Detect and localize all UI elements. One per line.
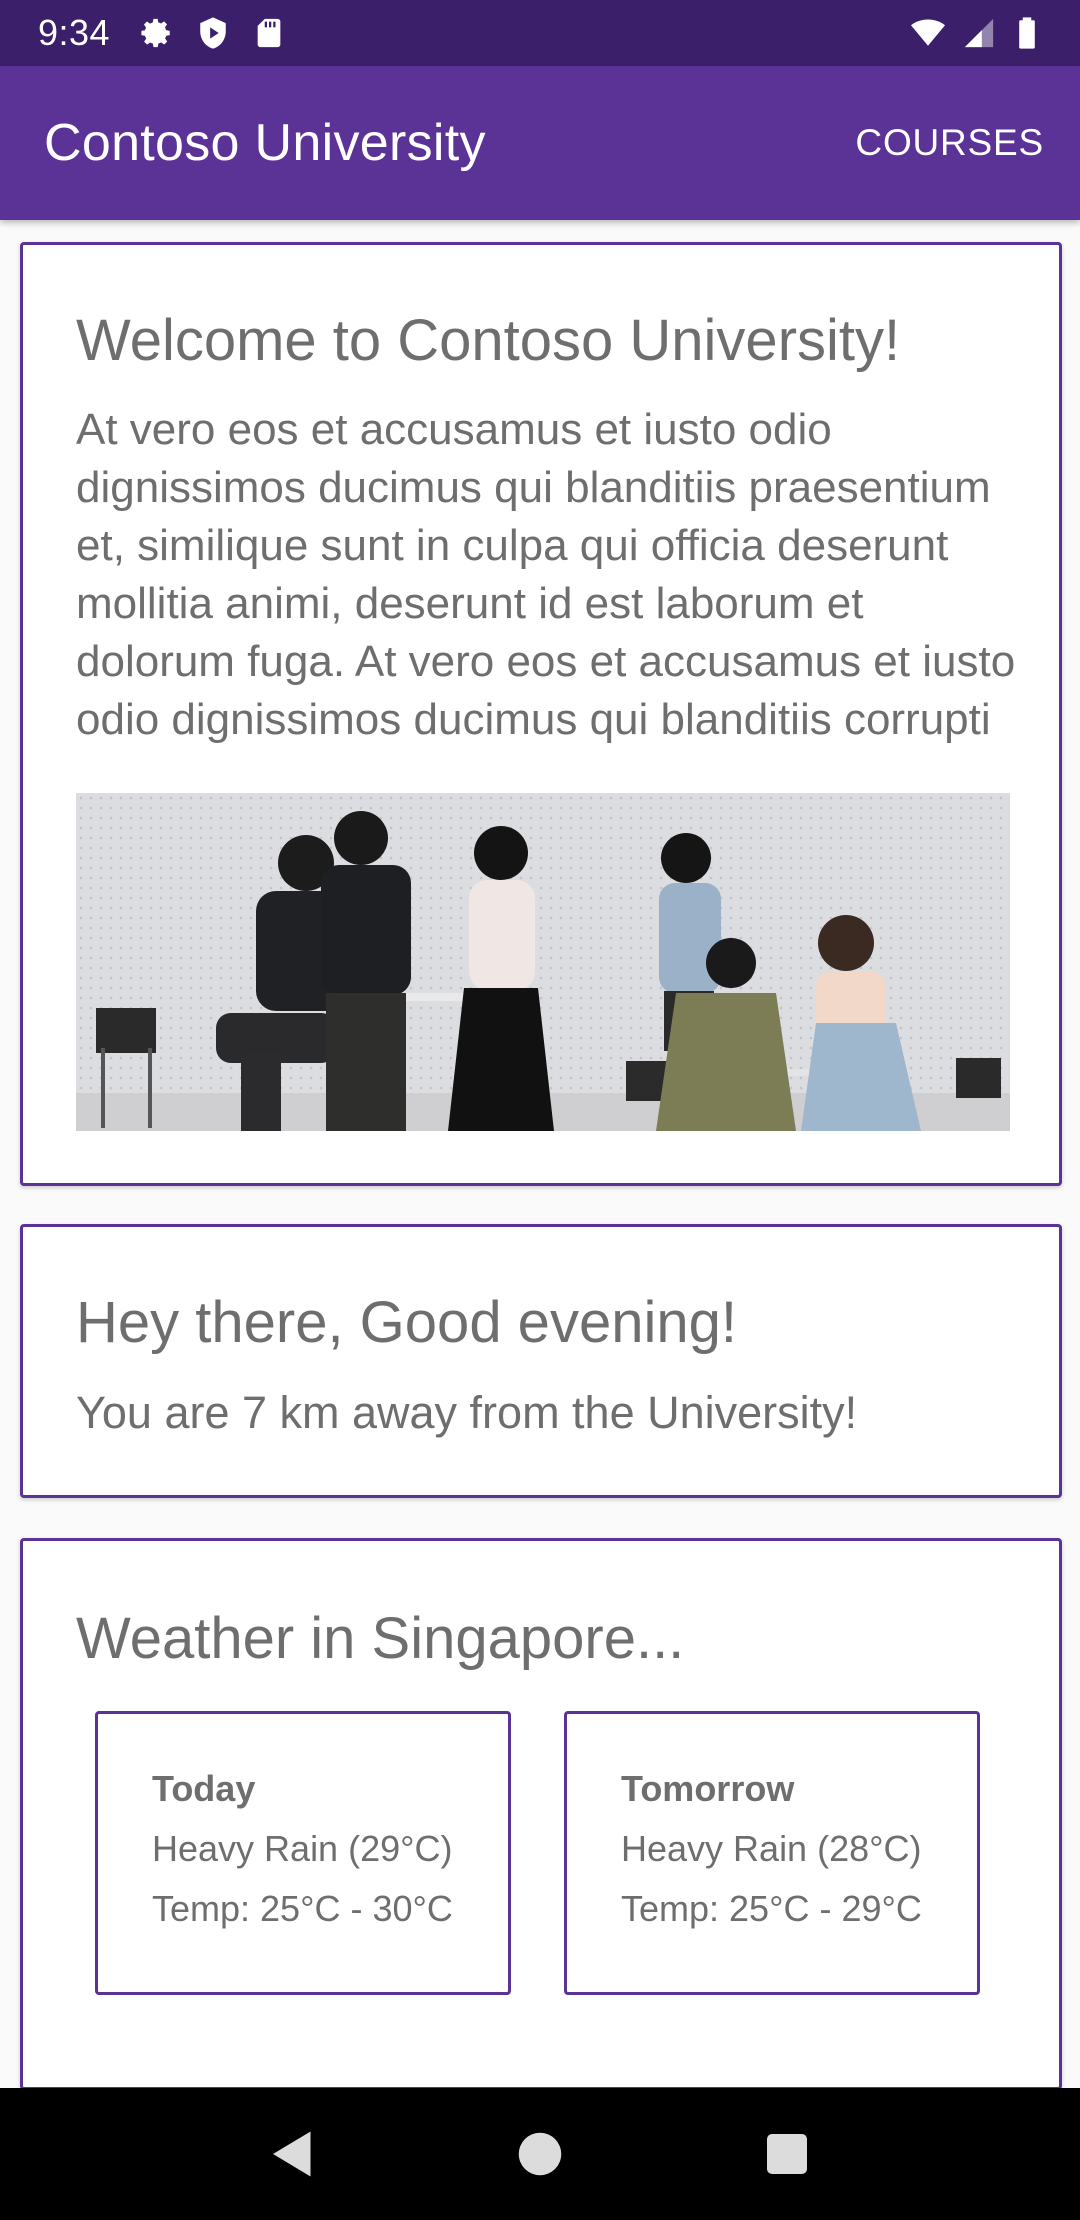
forecast-condition: Heavy Rain (28°C) <box>621 1828 922 1869</box>
welcome-card: Welcome to Contoso University! At vero e… <box>20 242 1062 1186</box>
gear-icon <box>140 16 174 50</box>
forecast-condition: Heavy Rain (29°C) <box>152 1828 453 1869</box>
greeting-card: Hey there, Good evening! You are 7 km aw… <box>20 1224 1062 1498</box>
app-bar: Contoso University COURSES <box>0 66 1080 220</box>
wifi-icon <box>908 16 948 50</box>
forecast-card-tomorrow: Tomorrow Heavy Rain (28°C) Temp: 25°C - … <box>564 1711 980 1995</box>
status-icons-right <box>908 16 1044 50</box>
courses-button[interactable]: COURSES <box>843 112 1056 174</box>
distance-text: You are 7 km away from the University! <box>76 1387 858 1438</box>
cell-signal-icon <box>962 16 996 50</box>
status-time: 9:34 <box>38 12 111 53</box>
recents-icon[interactable] <box>757 2124 817 2184</box>
welcome-heading: Welcome to Contoso University! <box>76 308 901 373</box>
back-icon[interactable] <box>263 2124 323 2184</box>
forecast-day: Today <box>152 1768 256 1809</box>
forecast-day: Tomorrow <box>621 1768 795 1809</box>
welcome-body-text[interactable]: At vero eos et accusamus et iusto odio d… <box>76 401 1016 767</box>
home-icon[interactable] <box>510 2124 570 2184</box>
students-photo <box>76 793 1010 1131</box>
forecast-card-today: Today Heavy Rain (29°C) Temp: 25°C - 30°… <box>95 1711 511 1995</box>
app-title: Contoso University <box>44 114 486 172</box>
main-content[interactable]: Welcome to Contoso University! At vero e… <box>0 220 1080 2088</box>
weather-heading: Weather in Singapore... <box>76 1606 685 1671</box>
sd-card-icon <box>252 16 286 50</box>
forecast-temp: Temp: 25°C - 29°C <box>621 1888 922 1929</box>
battery-icon <box>1010 16 1044 50</box>
status-icons-left <box>140 16 286 50</box>
forecast-temp: Temp: 25°C - 30°C <box>152 1888 453 1929</box>
weather-card: Weather in Singapore... Today Heavy Rain… <box>20 1538 1062 2088</box>
shield-play-icon <box>196 16 230 50</box>
navigation-bar <box>0 2088 1080 2220</box>
greeting-heading: Hey there, Good evening! <box>76 1290 737 1355</box>
status-bar: 9:34 <box>0 0 1080 66</box>
